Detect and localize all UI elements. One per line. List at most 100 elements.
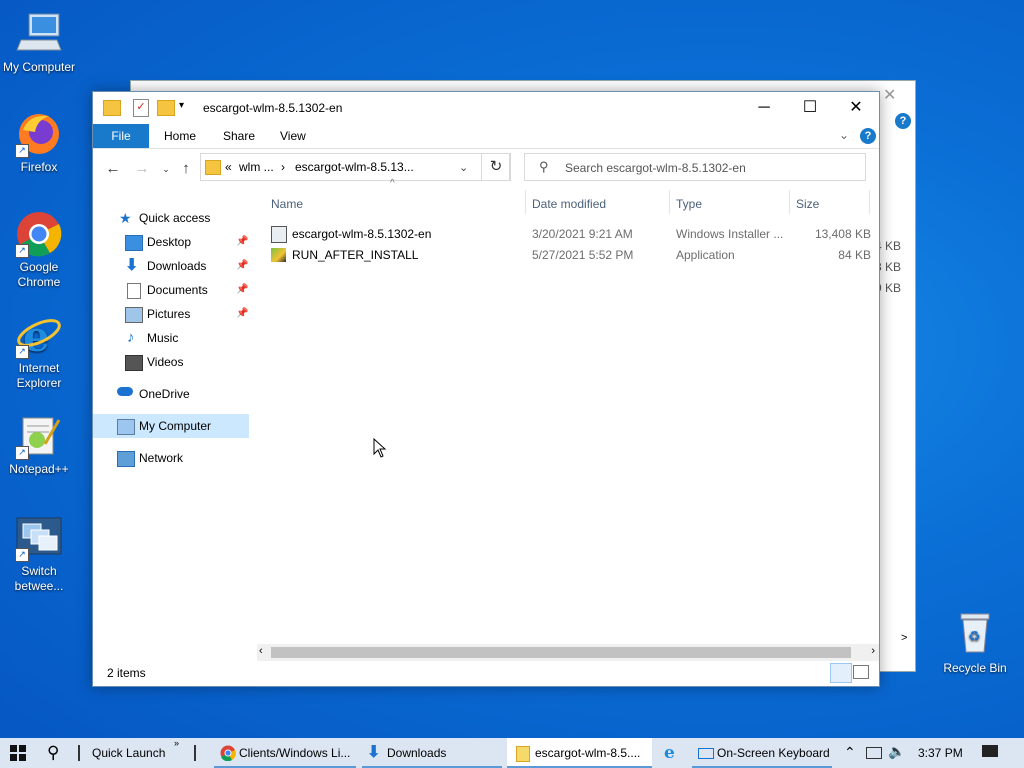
close-button[interactable]: ✕ [833,92,879,124]
chevron-up-icon[interactable]: ⌃ [844,744,856,761]
up-button[interactable]: ↑ [175,158,197,180]
desktop-icon-switch-windows[interactable]: ↗ Switch betwee... [1,514,77,594]
taskbar-item-chrome[interactable]: Clients/Windows Li... [214,738,356,768]
pin-icon[interactable]: 📌 [236,302,248,326]
desktop-icon-label: Firefox [20,160,58,174]
forward-button[interactable]: → [131,158,153,180]
taskbar-ie-button[interactable]: e [656,738,686,768]
breadcrumb-overflow[interactable]: « [225,160,232,174]
quick-launch-toolbar[interactable]: Quick Launch [92,738,165,768]
nav-music[interactable]: ♪ Music [93,326,249,350]
title-bar[interactable]: ✓ ▾ escargot-wlm-8.5.1302-en ─ ☐ ✕ [93,92,879,124]
desktop-icon-chrome[interactable]: ↗ Google Chrome [1,210,77,290]
chrome-icon: ↗ [15,210,63,258]
search-box[interactable]: ⚲ Search escargot-wlm-8.5.1302-en [524,153,866,181]
nav-downloads[interactable]: ⬇ Downloads 📌 [93,254,249,278]
nav-videos[interactable]: Videos [93,350,249,374]
maximize-button[interactable]: ☐ [787,92,833,124]
scroll-right-icon[interactable]: > [901,632,907,644]
downloads-icon: ⬇ [367,744,381,761]
nav-desktop[interactable]: Desktop 📌 [93,230,249,254]
tab-view[interactable]: View [280,124,306,148]
details-view-button[interactable] [830,663,852,683]
column-header-date[interactable]: Date modified [532,194,606,214]
nav-my-computer[interactable]: My Computer [93,414,249,438]
taskbar-item-explorer[interactable]: escargot-wlm-8.5.... [507,738,652,768]
toolbar-separator[interactable] [78,745,80,761]
installer-icon [271,226,287,243]
search-icon: ⚲ [47,743,60,762]
nav-quick-access[interactable]: ★ Quick access [93,206,249,230]
explorer-window[interactable]: ✓ ▾ escargot-wlm-8.5.1302-en ─ ☐ ✕ File … [92,91,880,687]
breadcrumb-current[interactable]: escargot-wlm-8.5.13... [295,160,414,174]
nav-onedrive[interactable]: OneDrive [93,382,249,406]
column-separator[interactable] [869,190,870,214]
pin-icon[interactable]: 📌 [236,278,248,302]
expand-ribbon-icon[interactable]: ⌄ [839,128,849,142]
desktop-icon-internet-explorer[interactable]: e ↗ Internet Explorer [1,311,77,391]
nav-network[interactable]: Network [93,446,249,470]
chevron-down-icon[interactable]: ▾ [179,100,184,111]
file-date: 3/20/2021 9:21 AM [532,227,633,241]
file-list: ^ Name Date modified Type Size escargot-… [261,178,879,656]
clock[interactable]: 3:37 PM [918,738,963,768]
internet-explorer-icon: e [664,743,675,763]
table-row[interactable]: escargot-wlm-8.5.1302-en 3/20/2021 9:21 … [269,224,871,245]
desktop-icon-notepad-plus-plus[interactable]: ↗ Notepad++ [1,412,77,477]
nav-label: Music [147,331,179,345]
minimize-button[interactable]: ─ [741,92,787,124]
back-button[interactable]: ← [102,158,124,180]
address-dropdown-icon[interactable]: ⌄ [459,161,468,174]
network-icon [117,451,135,467]
close-icon[interactable]: ✕ [883,85,896,105]
help-icon[interactable]: ? [895,113,911,129]
nav-pictures[interactable]: Pictures 📌 [93,302,249,326]
nav-documents[interactable]: Documents 📌 [93,278,249,302]
desktop-icon [125,235,143,251]
volume-icon[interactable]: 🔈 [888,743,905,760]
address-bar[interactable]: « wlm ... › escargot-wlm-8.5.13... ⌄ [200,153,510,181]
tab-home[interactable]: Home [164,124,196,148]
recent-locations-button[interactable]: ⌄ [155,158,177,180]
scroll-right-icon[interactable]: › [871,645,875,657]
taskbar-item-downloads[interactable]: ⬇ Downloads [362,738,502,768]
nav-label: Documents [147,283,208,297]
computer-icon [117,419,135,435]
scrollbar-thumb[interactable] [271,647,851,658]
desktop-icon-recycle-bin[interactable]: ♻ Recycle Bin [940,612,1010,675]
taskbar-item-on-screen-keyboard[interactable]: On-Screen Keyboard [692,738,832,768]
pin-icon[interactable]: 📌 [236,254,248,278]
tab-file[interactable]: File [93,124,149,148]
search-button[interactable]: ⚲ [40,738,70,768]
cloud-icon [117,387,133,396]
scroll-left-icon[interactable]: ‹ [259,645,263,657]
new-folder-icon[interactable] [157,100,175,116]
column-separator[interactable] [525,190,526,214]
network-icon[interactable] [866,747,882,759]
table-row[interactable]: RUN_AFTER_INSTALL 5/27/2021 5:52 PM Appl… [269,245,871,266]
chevron-right-icon[interactable]: » [174,738,179,748]
pin-icon[interactable]: 📌 [236,230,248,254]
horizontal-scrollbar[interactable]: ‹ › [257,644,879,661]
column-separator[interactable] [789,190,790,214]
help-icon[interactable]: ? [860,128,876,144]
column-header-name[interactable]: Name [271,194,303,214]
large-icons-view-button[interactable] [853,665,869,679]
breadcrumb-parent[interactable]: wlm ... [239,160,274,174]
toolbar-separator[interactable] [194,745,196,761]
navigation-bar: ← → ⌄ ↑ « wlm ... › escargot-wlm-8.5.13.… [93,152,879,184]
column-header-size[interactable]: Size [796,194,819,214]
application-icon [271,248,286,262]
desktop-icon-label: Google Chrome [17,260,61,289]
desktop-icon-my-computer[interactable]: My Computer [1,10,77,75]
sort-ascending-icon: ^ [390,178,395,189]
start-button[interactable] [0,738,36,768]
properties-icon[interactable]: ✓ [133,99,149,117]
column-separator[interactable] [669,190,670,214]
nav-label: Downloads [147,259,207,273]
desktop-icon-firefox[interactable]: ↗ Firefox [1,110,77,175]
refresh-button[interactable]: ↻ [481,153,511,181]
column-header-type[interactable]: Type [676,194,702,214]
tab-share[interactable]: Share [223,124,255,148]
notifications-icon[interactable] [982,745,998,757]
